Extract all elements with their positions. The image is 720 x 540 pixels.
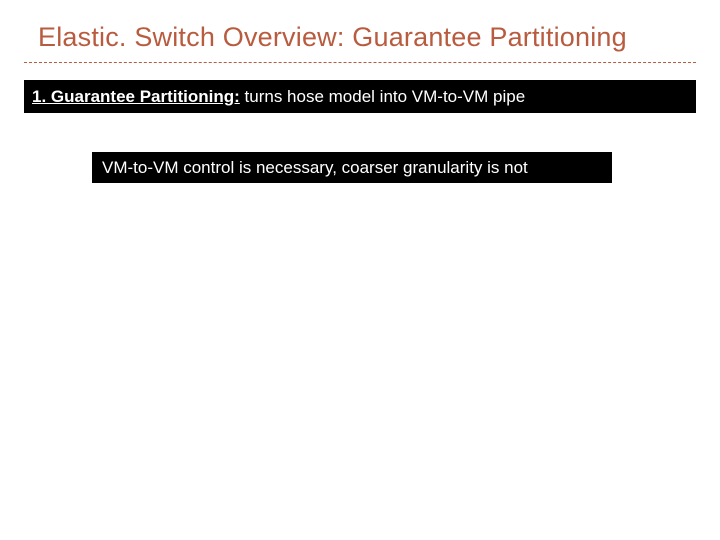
slide: Elastic. Switch Overview: Guarantee Part… [0, 0, 720, 540]
point-1-sub-bar: VM-to-VM control is necessary, coarser g… [92, 152, 612, 183]
point-1-rest: turns hose model into VM-to-VM pipe [240, 87, 525, 106]
point-1-lead: 1. Guarantee Partitioning: [32, 87, 240, 106]
title-divider [24, 62, 696, 63]
slide-title: Elastic. Switch Overview: Guarantee Part… [38, 22, 700, 53]
point-1-sub-text: VM-to-VM control is necessary, coarser g… [102, 158, 528, 177]
point-1-bar: 1. Guarantee Partitioning: turns hose mo… [24, 80, 696, 113]
